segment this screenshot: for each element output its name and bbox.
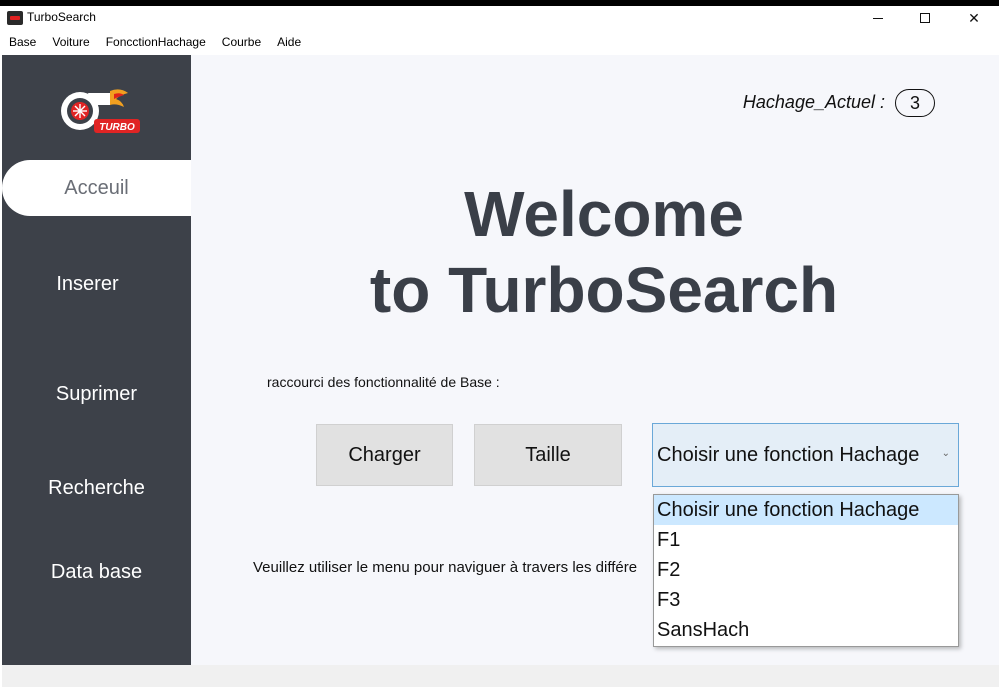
menu-base[interactable]: Base — [0, 30, 44, 54]
nav-suprimer[interactable]: Suprimer — [2, 366, 191, 422]
main-content: Hachage_Actuel : 3 Welcome to TurboSearc… — [191, 55, 999, 665]
menu-courbe[interactable]: Courbe — [214, 30, 269, 54]
nav-recherche[interactable]: Recherche — [2, 460, 191, 516]
status-strip — [2, 665, 999, 687]
welcome-title: Welcome — [464, 178, 744, 250]
dropdown-option-f3[interactable]: F3 — [654, 585, 958, 615]
menu-fonction-hachage[interactable]: FoncctionHachage — [98, 30, 214, 54]
charger-button[interactable]: Charger — [316, 424, 453, 486]
maximize-button[interactable] — [902, 6, 948, 30]
dropdown-option-f2[interactable]: F2 — [654, 555, 958, 585]
hash-function-select[interactable]: Choisir une fonction Hachage ⌄ — [652, 423, 959, 487]
close-icon: ✕ — [968, 9, 980, 26]
nav-data-base[interactable]: Data base — [2, 544, 191, 600]
hash-value-badge: 3 — [895, 89, 935, 117]
title-bar[interactable]: TurboSearch ✕ — [0, 6, 999, 30]
close-button[interactable]: ✕ — [951, 6, 997, 30]
hash-label: Hachage_Actuel : — [742, 92, 885, 112]
menu-aide[interactable]: Aide — [269, 30, 309, 54]
window-title: TurboSearch — [27, 10, 96, 24]
hash-function-select-value: Choisir une fonction Hachage — [657, 443, 920, 466]
welcome-subtitle: to TurboSearch — [369, 254, 839, 326]
chevron-down-icon: ⌄ — [941, 448, 950, 459]
nav-inserer[interactable]: Inserer — [2, 256, 191, 312]
hash-function-dropdown: Choisir une fonction Hachage F1 F2 F3 Sa… — [653, 494, 959, 647]
app-logo-icon — [7, 11, 23, 25]
taille-button[interactable]: Taille — [474, 424, 622, 486]
logo-text: TURBO — [99, 122, 135, 133]
menu-bar: Base Voiture FoncctionHachage Courbe Aid… — [0, 30, 999, 54]
minimize-icon — [873, 17, 883, 19]
sidebar: TURBO Acceuil Inserer Suprimer Recherche… — [2, 55, 191, 665]
maximize-icon — [920, 13, 930, 23]
menu-voiture[interactable]: Voiture — [44, 30, 97, 54]
minimize-button[interactable] — [855, 6, 901, 30]
nav-acceuil[interactable]: Acceuil — [2, 160, 191, 216]
shortcuts-label: raccourci des fonctionnalité de Base : — [267, 374, 500, 390]
dropdown-option-sanshach[interactable]: SansHach — [654, 615, 958, 645]
turbo-logo-icon: TURBO — [61, 89, 140, 133]
info-text: Veuillez utiliser le menu pour naviguer … — [253, 559, 638, 576]
dropdown-option-choisir[interactable]: Choisir une fonction Hachage — [654, 495, 958, 525]
app-window: TurboSearch ✕ Base Voiture FoncctionHach… — [0, 6, 999, 687]
dropdown-option-f1[interactable]: F1 — [654, 525, 958, 555]
